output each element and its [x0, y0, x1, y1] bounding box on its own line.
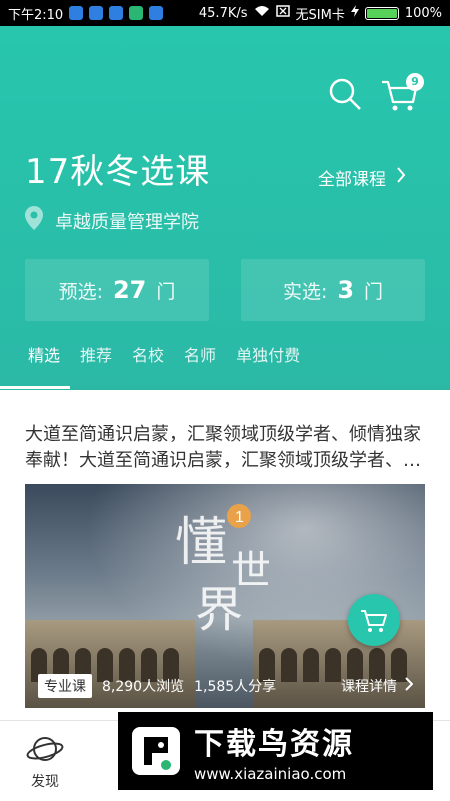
course-description[interactable]: 大道至简通识启蒙，汇聚领域顶级学者、倾情独家奉献！大道至简通识启蒙，汇聚领域顶级… [25, 422, 427, 474]
sim-icon [275, 5, 290, 21]
all-courses-link[interactable]: 全部课程 [318, 165, 406, 190]
cart-count-badge: 9 [406, 73, 424, 91]
wifi-icon [254, 5, 270, 21]
battery-percent: 100% [404, 5, 442, 21]
school-name: 卓越质量管理学院 [55, 211, 199, 233]
course-type-tag: 专业课 [38, 674, 92, 698]
share-count: 1,585人分享 [194, 679, 277, 695]
page-title: 17秋冬选课 [25, 152, 211, 192]
svg-text:1: 1 [235, 509, 244, 526]
preselected-courses-box[interactable]: 预选: 27 门 [25, 259, 209, 321]
sim-status: 无SIM卡 [295, 7, 345, 23]
watermark-overlay: 下载鸟资源 www.xiazainiao.com [118, 712, 433, 790]
cover-artwork-logo: 懂 世 界 1 [175, 504, 295, 647]
location-pin-icon [25, 206, 43, 235]
category-tabs: 精选 推荐 名校 名师 单独付费 [28, 342, 320, 366]
tab-paid-separately[interactable]: 单独付费 [236, 342, 300, 366]
course-detail-link[interactable]: 课程详情 [341, 676, 414, 696]
app-notification-icon [89, 6, 104, 20]
bird-logo-icon [124, 719, 188, 783]
selected-courses-box[interactable]: 实选: 3 门 [241, 259, 425, 321]
app-notification-icon [69, 6, 84, 20]
selected-unit: 门 [364, 280, 384, 303]
add-to-cart-button[interactable] [348, 594, 400, 646]
charging-icon [350, 5, 359, 21]
selected-count: 3 [337, 276, 355, 304]
tab-famous-teachers[interactable]: 名师 [184, 342, 216, 366]
watermark-url: www.xiazainiao.com [194, 765, 347, 783]
chevron-right-icon [396, 167, 406, 188]
preselect-label: 预选: [58, 280, 103, 303]
course-card[interactable]: 懂 世 界 1 专业课 8,290人浏览 1,585人分享 课程详情 [25, 484, 425, 708]
svg-text:懂: 懂 [175, 513, 227, 573]
course-meta: 专业课 8,290人浏览 1,585人分享 [38, 674, 276, 698]
tab-famous-schools[interactable]: 名校 [132, 342, 164, 366]
tab-featured[interactable]: 精选 [28, 342, 60, 366]
network-speed: 45.7K/s [198, 5, 248, 21]
chevron-right-icon [405, 677, 414, 695]
view-count: 8,290人浏览 [102, 679, 185, 695]
status-time: 下午2:10 [8, 7, 64, 23]
all-courses-label: 全部课程 [318, 170, 386, 190]
app-notification-icon [109, 6, 124, 20]
selected-label: 实选: [282, 280, 328, 303]
search-icon[interactable] [327, 76, 363, 112]
app-notification-icon [149, 6, 164, 20]
course-detail-label: 课程详情 [341, 679, 397, 695]
svg-text:界: 界 [195, 582, 243, 634]
active-tab-indicator [0, 386, 70, 389]
preselect-count: 27 [112, 276, 147, 304]
battery-icon [364, 6, 399, 20]
nav-discover[interactable]: 发现 [15, 731, 75, 791]
status-bar: 下午2:10 45.7K/s 无SIM卡 100% [0, 0, 450, 26]
wechat-icon [129, 6, 144, 20]
planet-icon [25, 737, 65, 771]
watermark-title: 下载鸟资源 [194, 727, 354, 762]
course-selection-header: 9 17秋冬选课 全部课程 卓越质量管理学院 预选: 27 门 实选: 3 门 … [0, 26, 450, 390]
preselect-unit: 门 [156, 280, 176, 303]
nav-discover-label: 发现 [31, 774, 59, 790]
school-location: 卓越质量管理学院 [25, 206, 199, 235]
tab-recommended[interactable]: 推荐 [80, 342, 112, 366]
course-feed: 大道至简通识启蒙，汇聚领域顶级学者、倾情独家奉献！大道至简通识启蒙，汇聚领域顶级… [0, 390, 450, 720]
